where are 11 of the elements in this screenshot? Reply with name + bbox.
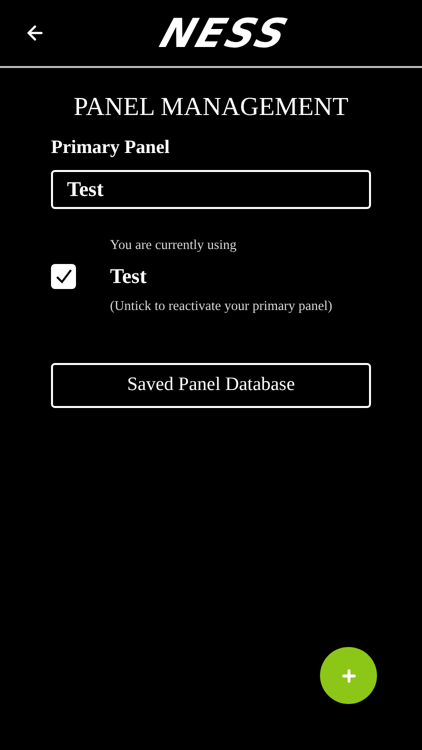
saved-panels-button[interactable]: Saved Panel Database: [51, 362, 371, 408]
checkmark-icon: [54, 268, 72, 284]
caption-text: You are currently using: [110, 236, 236, 254]
active-checkbox[interactable]: [51, 264, 76, 289]
page-title: PANEL MANAGEMENT: [74, 91, 348, 123]
current-panel-name: Test: [110, 263, 147, 290]
panel-name-field[interactable]: Test: [51, 170, 371, 209]
field-label: Primary Panel: [51, 136, 170, 160]
hint-text: (Untick to reactivate your primary panel): [110, 297, 332, 316]
plus-icon: [340, 666, 358, 684]
brand-logo: NESS: [155, 14, 293, 54]
